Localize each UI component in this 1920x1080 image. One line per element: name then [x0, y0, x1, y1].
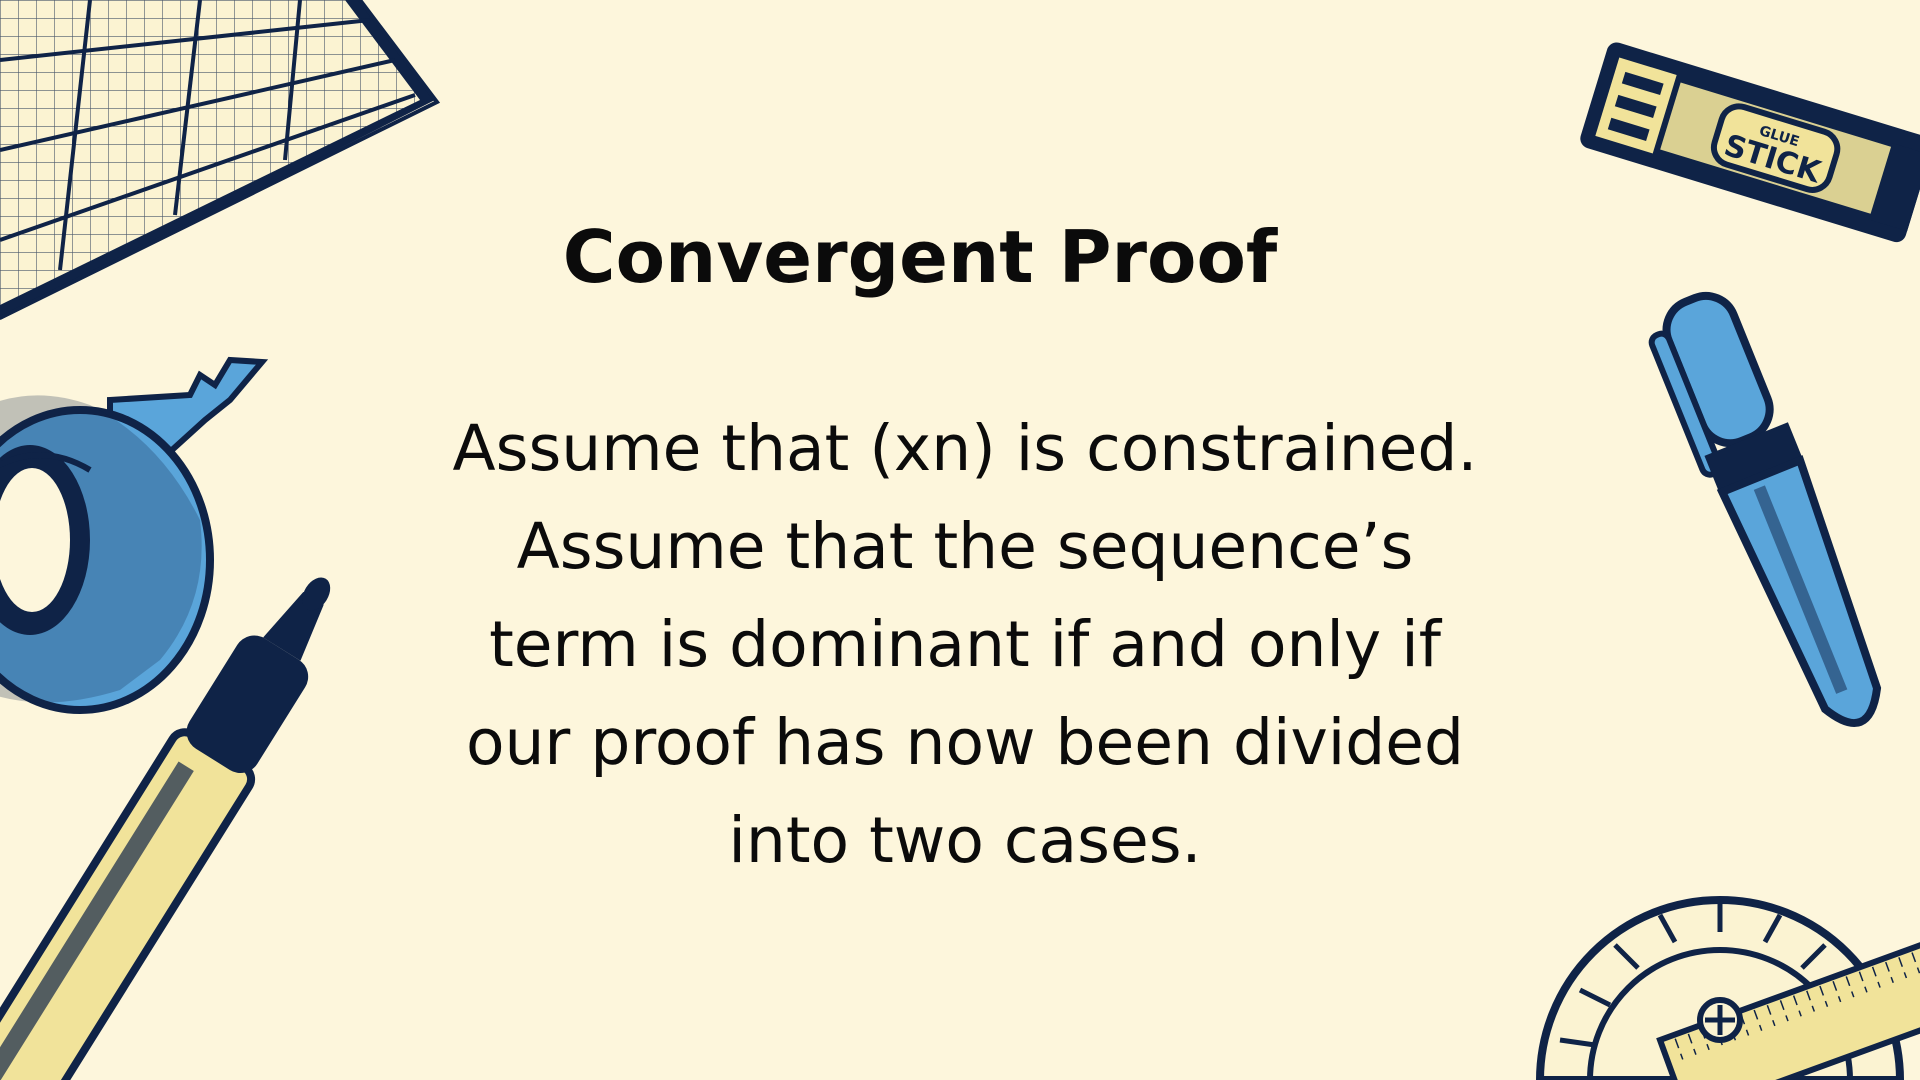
cutting-mat-icon	[0, 0, 441, 320]
slide-title: Convergent Proof	[562, 215, 1278, 299]
body-line: Assume that the sequence’s	[516, 510, 1414, 583]
slide: GLUE STICK Convergent Proof Assume that …	[0, 0, 1920, 1080]
body-line: our proof has now been divided	[465, 706, 1465, 779]
body-line: into two cases.	[728, 804, 1202, 877]
slide-body: Assume that (xn) is constrained. Assume …	[360, 400, 1570, 890]
tape-roll-icon	[0, 356, 269, 714]
pen-icon	[1648, 291, 1882, 728]
protractor-icon	[1535, 896, 1920, 1080]
body-line: term is dominant if and only if	[489, 608, 1441, 681]
body-line: Assume that (xn) is constrained.	[452, 412, 1478, 485]
glue-stick-icon: GLUE STICK	[1580, 42, 1920, 243]
